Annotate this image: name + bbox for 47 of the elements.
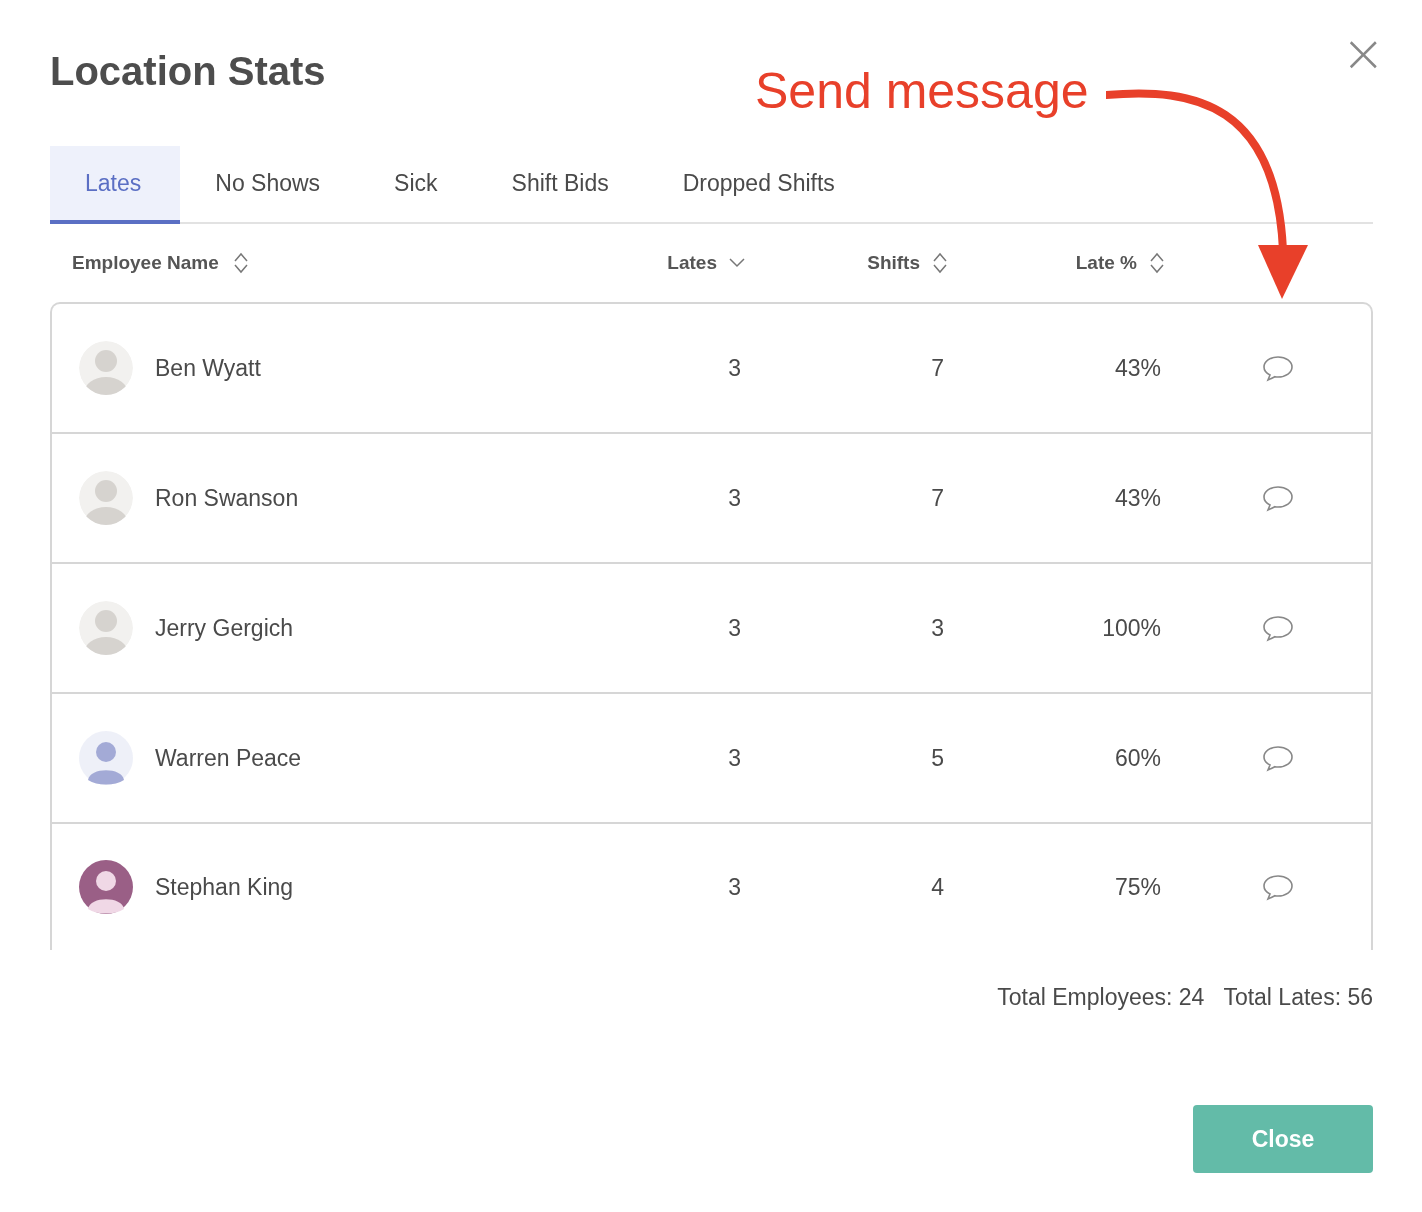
table-cell-text: 43% (1113, 354, 1162, 382)
sort-icon[interactable] (932, 252, 948, 274)
total-text: Total Employees: 24 (997, 984, 1205, 1011)
employee-name: Ben Wyatt (155, 354, 261, 382)
table-cell-text: 7 (930, 354, 945, 382)
tab[interactable]: Dropped Shifts (647, 146, 874, 224)
dialog-title: Location Stats (50, 48, 326, 94)
table-cell-text: 60% (1113, 744, 1162, 772)
sort-descending-icon[interactable] (729, 258, 745, 268)
annotation-text: Send message (755, 62, 1089, 120)
employee-name: Stephan King (155, 873, 294, 901)
table-cell-text: 3 (727, 354, 742, 382)
column-header[interactable]: Late % (1075, 252, 1137, 274)
sort-icon[interactable] (232, 252, 249, 274)
table-cell-text: 5 (930, 744, 945, 772)
table-cell-text: 7 (930, 484, 945, 512)
column-header[interactable]: Employee Name (72, 252, 219, 274)
total-text: Total Lates: 56 (1223, 984, 1373, 1011)
table-cell-text: 75% (1113, 873, 1162, 901)
message-icon[interactable] (1262, 354, 1294, 382)
tab[interactable]: Lates (50, 146, 181, 224)
table-cell-text: 3 (727, 614, 742, 642)
tab[interactable]: Shift Bids (476, 146, 648, 224)
tab[interactable]: Sick (359, 146, 477, 224)
table-cell-text: 3 (930, 614, 945, 642)
table-cell-text: 43% (1113, 484, 1162, 512)
avatar (79, 601, 133, 655)
employee-name: Jerry Gergich (155, 614, 294, 642)
avatar (79, 731, 133, 785)
message-icon[interactable] (1262, 744, 1294, 772)
avatar (79, 860, 133, 914)
employee-name: Warren Peace (155, 744, 302, 772)
avatar (79, 471, 133, 525)
avatar (79, 341, 133, 395)
table-cell-text: 3 (727, 484, 742, 512)
employee-name: Ron Swanson (155, 484, 299, 512)
table-cell-text: 100% (1101, 614, 1162, 642)
message-icon[interactable] (1262, 614, 1294, 642)
message-icon[interactable] (1262, 873, 1294, 901)
message-icon[interactable] (1262, 484, 1294, 512)
tab[interactable]: No Shows (180, 146, 360, 224)
sort-icon[interactable] (1149, 252, 1165, 274)
table-cell-text: 3 (727, 873, 742, 901)
column-header[interactable]: Lates (667, 252, 717, 274)
table-cell-text: 4 (930, 873, 945, 901)
table-cell-text: 3 (727, 744, 742, 772)
column-header[interactable]: Shifts (867, 252, 920, 274)
